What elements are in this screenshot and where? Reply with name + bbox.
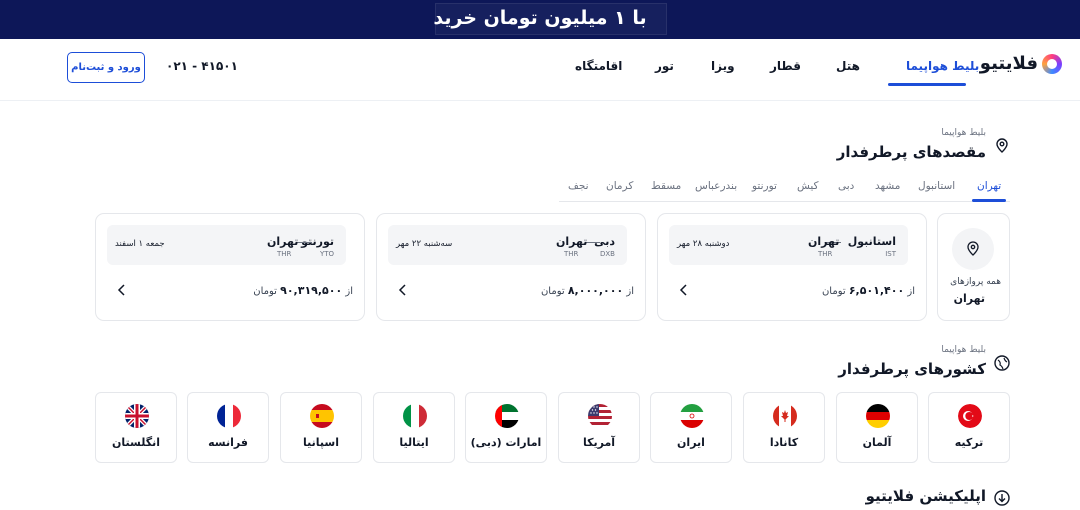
nav-accommodation[interactable]: اقامتگاه — [575, 59, 622, 73]
iran-flag-icon — [680, 404, 704, 428]
origin-code: THR — [818, 250, 833, 258]
destination-code: YTO — [319, 250, 334, 258]
uk-flag-icon — [125, 404, 149, 428]
tab-istanbul[interactable]: استانبول — [918, 180, 955, 192]
destination-code: IST — [885, 250, 896, 258]
origin-city: تهران — [808, 235, 840, 248]
tab-muscat[interactable]: مسقط — [651, 180, 681, 192]
country-card-france[interactable]: فرانسه — [187, 392, 269, 463]
phone-number[interactable]: ۰۲۱ - ۴۱۵۰۱ — [166, 59, 238, 73]
nav-visa[interactable]: ویزا — [711, 59, 735, 73]
destinations-subtitle: بلیط هواپیما — [941, 128, 986, 138]
tab-dubai[interactable]: دبی — [838, 180, 854, 192]
country-name: ایران — [677, 436, 705, 449]
map-pin-icon — [996, 138, 1008, 153]
usa-flag-icon — [588, 404, 612, 428]
country-card-spain[interactable]: اسپانیا — [280, 392, 362, 463]
turkey-flag-icon — [958, 404, 982, 428]
route-box: استانبول IST تهران THR دوشنبه ۲۸ مهر — [669, 225, 908, 265]
country-card-italy[interactable]: ایتالیا — [373, 392, 455, 463]
nav-flight-ticket[interactable]: بلیط هواپیما — [906, 59, 979, 73]
uae-flag-icon — [495, 404, 519, 428]
canada-flag-icon — [773, 404, 797, 428]
download-icon — [994, 490, 1010, 506]
country-name: فرانسه — [208, 436, 248, 449]
flight-date: جمعه ۱ اسفند — [115, 239, 165, 249]
tab-kish[interactable]: کیش — [797, 180, 819, 192]
location-icon — [967, 241, 979, 256]
promo-banner[interactable]: با ۱ میلیون تومان خرید — [0, 0, 1080, 39]
france-flag-icon — [217, 404, 241, 428]
pin-circle — [952, 228, 994, 270]
destination-code: DXB — [600, 250, 615, 258]
country-name: آلمان — [862, 436, 892, 449]
route-box: دبی DXB تهران THR سه‌شنبه ۲۲ مهر — [388, 225, 627, 265]
germany-flag-icon — [866, 404, 890, 428]
flight-card-dubai[interactable]: دبی DXB تهران THR سه‌شنبه ۲۲ مهر از ۸,۰۰… — [376, 213, 646, 321]
flight-card-toronto[interactable]: تورنتو YTO تهران THR جمعه ۱ اسفند از ۹۰,… — [95, 213, 365, 321]
origin-code: THR — [564, 250, 579, 258]
origin-code: THR — [277, 250, 292, 258]
tab-kerman[interactable]: کرمان — [606, 180, 633, 192]
country-name: ترکیه — [954, 436, 984, 449]
tab-najaf[interactable]: نجف — [568, 180, 589, 192]
tab-mashhad[interactable]: مشهد — [875, 180, 900, 192]
chevron-left-icon[interactable] — [678, 283, 690, 297]
logo-text: فلایتیو — [979, 53, 1038, 74]
tab-active-indicator — [972, 199, 1006, 202]
spain-flag-icon — [310, 404, 334, 428]
country-name: امارات (دبی) — [470, 436, 542, 449]
country-name: ایتالیا — [399, 436, 429, 449]
all-flights-card[interactable]: همه پروازهای تهران — [937, 213, 1010, 321]
login-button[interactable]: ورود و ثبت‌نام — [67, 52, 145, 83]
destinations-title: مقصدهای پرطرفدار — [836, 143, 986, 161]
app-section-title: اپلیکیشن فلایتیو — [865, 487, 986, 505]
country-name: انگلستان — [112, 436, 160, 449]
all-flights-label: همه پروازهای — [950, 277, 1001, 287]
tab-tehran[interactable]: تهران — [977, 180, 1001, 192]
flight-price: از ۹۰,۳۱۹,۵۰۰ تومان — [253, 284, 353, 297]
destination-city: استانبول — [847, 235, 896, 248]
country-name: کانادا — [769, 436, 799, 449]
banner-text: با ۱ میلیون تومان خرید — [433, 7, 647, 29]
flight-card-istanbul[interactable]: استانبول IST تهران THR دوشنبه ۲۸ مهر از … — [657, 213, 927, 321]
chevron-left-icon[interactable] — [116, 283, 128, 297]
tab-bandar-abbas[interactable]: بندرعباس — [695, 180, 737, 192]
route-box: تورنتو YTO تهران THR جمعه ۱ اسفند — [107, 225, 346, 265]
countries-subtitle: بلیط هواپیما — [941, 345, 986, 355]
italy-flag-icon — [403, 404, 427, 428]
country-name: اسپانیا — [303, 436, 339, 449]
route-arrow-icon — [297, 242, 312, 243]
flight-date: دوشنبه ۲۸ مهر — [677, 239, 730, 249]
flight-price: از ۶,۵۰۱,۴۰۰ تومان — [821, 284, 915, 297]
country-card-canada[interactable]: کانادا — [743, 392, 825, 463]
country-card-turkey[interactable]: ترکیه — [928, 392, 1010, 463]
country-card-iran[interactable]: ایران — [650, 392, 732, 463]
country-card-uk[interactable]: انگلستان — [95, 392, 177, 463]
nav-train[interactable]: قطار — [770, 59, 801, 73]
origin-city: تهران — [556, 235, 588, 248]
flight-date: سه‌شنبه ۲۲ مهر — [396, 239, 453, 249]
country-card-usa[interactable]: آمریکا — [558, 392, 640, 463]
country-card-germany[interactable]: آلمان — [836, 392, 918, 463]
nav-tour[interactable]: تور — [655, 59, 674, 73]
nav-active-indicator — [888, 83, 966, 86]
country-name: آمریکا — [582, 436, 616, 449]
logo[interactable]: فلایتیو — [980, 53, 1062, 74]
chevron-left-icon[interactable] — [397, 283, 409, 297]
flight-price: از ۸,۰۰۰,۰۰۰ تومان — [540, 284, 634, 297]
all-flights-city: تهران — [953, 292, 985, 305]
tab-toronto[interactable]: تورنتو — [752, 180, 777, 192]
logo-icon — [1042, 53, 1062, 74]
countries-title: کشورهای پرطرفدار — [838, 360, 986, 378]
tabs-divider — [559, 201, 1010, 202]
nav-hotel[interactable]: هتل — [836, 59, 860, 73]
site-header: فلایتیو بلیط هواپیما هتل قطار ویزا تور ا… — [0, 39, 1080, 101]
country-card-uae[interactable]: امارات (دبی) — [465, 392, 547, 463]
globe-pin-icon — [994, 355, 1010, 371]
origin-city: تهران — [267, 235, 299, 248]
